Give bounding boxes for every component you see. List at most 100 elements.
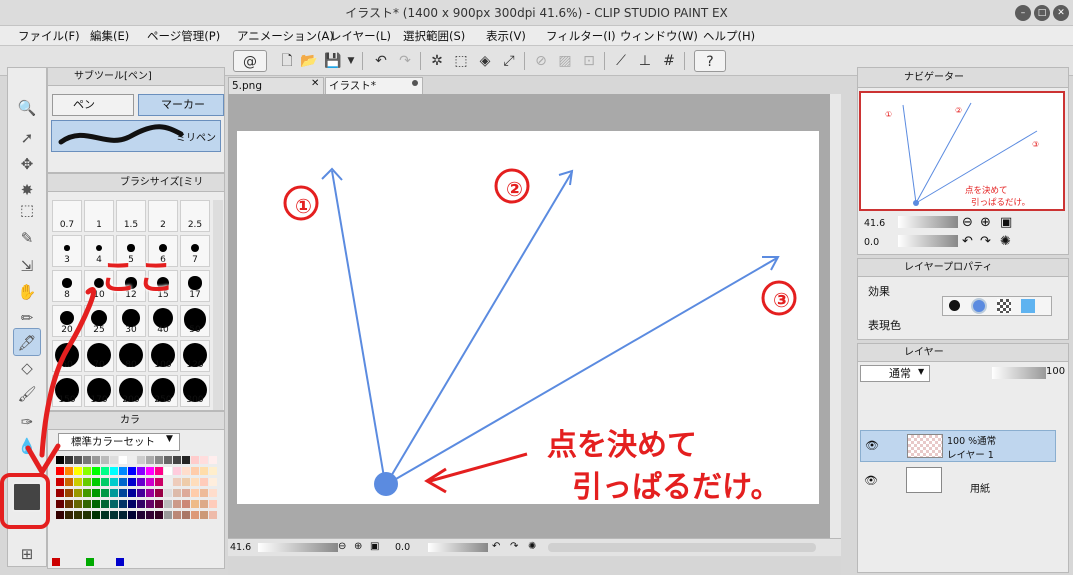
reset-rotation-icon[interactable]: ✺	[528, 541, 536, 552]
rotation-slider[interactable]	[428, 543, 488, 552]
navigator-panel: ナビゲーター ①②③ 点を決めて 引っぱるだけ。 41.6 0.0 ⊖ ⊕ ▣ …	[857, 67, 1069, 255]
tab-navigator[interactable]: ナビゲーター	[858, 68, 1068, 88]
minimize-button[interactable]: –	[1015, 5, 1031, 21]
fill-icon[interactable]: ◈	[474, 50, 496, 72]
brush-size-label: 2.5	[187, 220, 203, 230]
snap-grid-icon[interactable]: #	[658, 50, 680, 72]
layer-name[interactable]: 用紙	[970, 480, 990, 495]
tab-illust[interactable]: イラスト*	[325, 77, 423, 94]
brush-size-cell[interactable]: 1.5	[116, 200, 146, 232]
new-file-icon[interactable]: 🗋	[276, 50, 298, 72]
sub-color-chip[interactable]	[86, 558, 94, 566]
subtool-tab-marker[interactable]: マーカー	[138, 94, 224, 116]
nav-reset-icon[interactable]: ✺	[1000, 234, 1011, 249]
tab-layer-property[interactable]: レイヤープロパティ	[858, 259, 1068, 277]
snap-special-ruler-icon[interactable]: ⊥	[634, 50, 656, 72]
navigator-rotation-slider[interactable]	[898, 235, 958, 247]
layer-row[interactable]: 👁 100 %通常 レイヤー 1	[860, 430, 1056, 462]
menu-edit[interactable]: 編集(E)	[90, 26, 129, 46]
help-icon[interactable]: ?	[694, 50, 726, 72]
note-arrow-line	[429, 452, 528, 483]
menu-selection[interactable]: 選択範囲(S)	[403, 26, 465, 46]
brush-preset-item[interactable]: ミリペン	[51, 120, 221, 152]
gray-icon[interactable]	[997, 299, 1011, 313]
layer-row[interactable]: 👁 用紙	[860, 464, 1056, 498]
menu-filter[interactable]: フィルター(I)	[546, 26, 616, 46]
zoom-value[interactable]: 41.6	[230, 542, 251, 553]
expression-color-buttons[interactable]	[942, 296, 1052, 316]
brush-size-cell[interactable]: 2	[148, 200, 178, 232]
invert-selection-icon[interactable]: ▨	[554, 50, 576, 72]
window-title: イラスト* (1400 x 900px 300dpi 41.6%) - CLIP…	[345, 6, 728, 20]
navigator-preview[interactable]: ① ② ③ 点を決めて 引っぱるだけ。	[859, 91, 1065, 211]
menu-window[interactable]: ウィンドウ(W)	[620, 26, 698, 46]
menu-file[interactable]: ファイル(F)	[18, 26, 80, 46]
brush-size-cell[interactable]: 2.5	[180, 200, 210, 232]
menu-layer[interactable]: レイヤー(L)	[330, 26, 391, 46]
navigator-rotation-value[interactable]: 0.0	[864, 237, 879, 248]
paper-thumbnail	[906, 467, 942, 493]
snap-ruler-icon[interactable]: ⟋	[610, 50, 632, 72]
nav-fit-icon[interactable]: ▣	[1000, 215, 1012, 230]
transform-icon[interactable]: ⤢	[498, 50, 520, 72]
nav-rotate-left-icon[interactable]: ↶	[962, 234, 973, 249]
layer-color-icon[interactable]	[1021, 299, 1035, 313]
zoom-tool-icon[interactable]: 🔍	[13, 94, 41, 122]
layer-thumbnail	[907, 434, 943, 458]
clear-icon[interactable]: ✲	[426, 50, 448, 72]
deselect-icon[interactable]: ⊘	[530, 50, 552, 72]
stroke-line-2	[386, 171, 573, 484]
nav-zoom-out-icon[interactable]: ⊖	[962, 215, 973, 230]
eyedropper-tool-icon[interactable]: ✎	[13, 224, 41, 252]
fit-screen-icon[interactable]: ▣	[370, 541, 379, 552]
menu-view[interactable]: 表示(V)	[486, 26, 526, 46]
tab-layer[interactable]: レイヤー	[858, 344, 1068, 362]
canvas-h-scrollbar[interactable]	[548, 543, 816, 552]
close-tab-icon[interactable]: ✕	[311, 78, 319, 89]
title-bar: イラスト* (1400 x 900px 300dpi 41.6%) - CLIP…	[0, 0, 1073, 26]
open-file-icon[interactable]: 📂	[298, 50, 320, 72]
visibility-eye-icon[interactable]: 👁	[864, 474, 878, 487]
zoom-in-icon[interactable]: ⊕	[354, 541, 362, 552]
undo-icon[interactable]: ↶	[370, 50, 392, 72]
operation-tool-icon[interactable]: ➚	[13, 124, 41, 152]
opacity-slider[interactable]	[992, 367, 1046, 379]
zoom-out-icon[interactable]: ⊖	[338, 541, 346, 552]
color-icon[interactable]	[971, 298, 987, 314]
clear-outside-icon[interactable]: ⬚	[450, 50, 472, 72]
menu-help[interactable]: ヘルプ(H)	[703, 26, 755, 46]
navigator-zoom-value[interactable]: 41.6	[864, 218, 885, 229]
zoom-slider[interactable]	[258, 543, 338, 552]
save-icon[interactable]: 💾	[322, 50, 344, 72]
brush-size-cell[interactable]: 0.7	[52, 200, 82, 232]
monochrome-icon[interactable]	[949, 300, 960, 311]
tab-5png[interactable]: 5.png	[228, 77, 324, 94]
layer-name[interactable]: レイヤー 1	[947, 447, 994, 461]
close-button[interactable]: ✕	[1053, 5, 1069, 21]
main-color-chip[interactable]	[52, 558, 60, 566]
nav-zoom-in-icon[interactable]: ⊕	[980, 215, 991, 230]
rotation-value[interactable]: 0.0	[395, 542, 410, 553]
selection-tool-icon[interactable]: ⬚	[13, 196, 41, 224]
brush-size-label: 0.7	[59, 220, 75, 230]
maximize-button[interactable]: □	[1034, 5, 1050, 21]
navigator-zoom-slider[interactable]	[898, 216, 958, 228]
subtool-tab-pen[interactable]: ペン	[52, 94, 134, 116]
clip-studio-icon[interactable]: @	[233, 50, 267, 72]
visibility-eye-icon[interactable]: 👁	[865, 439, 879, 452]
opacity-value[interactable]: 100	[1046, 366, 1065, 377]
menu-page[interactable]: ページ管理(P)	[147, 26, 220, 46]
save-dropdown-icon[interactable]: ▼	[345, 50, 357, 72]
brush-size-cell[interactable]: 1	[84, 200, 114, 232]
canvas-v-scrollbar[interactable]	[830, 94, 841, 538]
nav-rotate-right-icon[interactable]: ↷	[980, 234, 991, 249]
rotate-left-icon[interactable]: ↶	[492, 541, 500, 552]
rotate-right-icon[interactable]: ↷	[510, 541, 518, 552]
show-selection-icon[interactable]: ⊡	[578, 50, 600, 72]
transparent-color-chip[interactable]	[116, 558, 124, 566]
menu-animation[interactable]: アニメーション(A)	[237, 26, 334, 46]
move-layer-tool-icon[interactable]: ✥	[13, 150, 41, 178]
svg-text:②: ②	[955, 106, 962, 115]
redo-icon[interactable]: ↷	[394, 50, 416, 72]
navigator-thumbnail: ① ② ③	[885, 102, 1039, 206]
